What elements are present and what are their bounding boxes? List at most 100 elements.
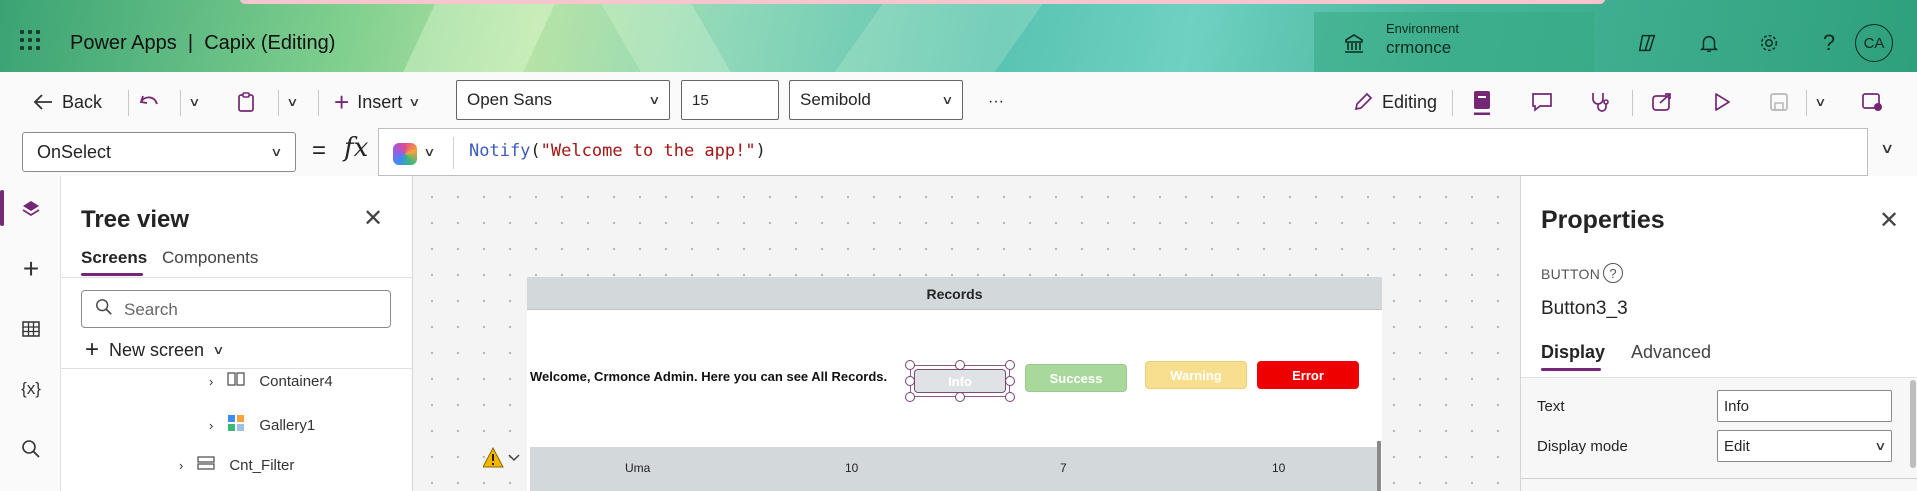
tree-item-cnt-filter[interactable]: › Cnt_Filter — [179, 456, 294, 474]
editing-mode-button[interactable]: Editing — [1352, 88, 1437, 116]
close-icon[interactable]: ✕ — [1879, 206, 1899, 235]
header-decoration — [834, 0, 1046, 72]
app-launcher-icon[interactable] — [20, 30, 40, 50]
share-button[interactable] — [1650, 88, 1674, 116]
publish-button[interactable] — [1860, 88, 1884, 116]
error-button[interactable]: Error — [1257, 361, 1359, 389]
font-family-select[interactable]: Open Sans ∨ — [456, 80, 670, 120]
gallery-row[interactable]: Uma 10 7 10 — [530, 447, 1378, 491]
warning-button[interactable]: Warning — [1145, 361, 1247, 389]
save-dropdown[interactable]: ∨ — [1814, 88, 1826, 116]
welcome-label[interactable]: Welcome, Crmonce Admin. Here you can see… — [530, 369, 887, 384]
environment-label: Environment — [1386, 21, 1459, 36]
copilot-icon[interactable] — [393, 143, 417, 165]
gear-icon[interactable] — [1756, 30, 1782, 56]
resize-handle[interactable] — [905, 392, 915, 402]
formula-bar: OnSelect ∨ = fx ∨ Notify("Welcome to the… — [0, 128, 1917, 176]
search-input[interactable]: Search — [81, 290, 391, 328]
insert-plus-icon[interactable]: + — [18, 253, 44, 284]
paste-dropdown[interactable]: ∨ — [286, 88, 298, 116]
chevron-down-icon[interactable]: ∨ — [423, 145, 435, 159]
divider — [1632, 90, 1633, 116]
tree-item-label: Cnt_Filter — [229, 456, 295, 474]
text-property-input[interactable]: Info — [1717, 390, 1892, 422]
tree-item-gallery1[interactable]: › Gallery1 — [209, 414, 315, 436]
paste-button[interactable] — [236, 88, 256, 116]
expand-formula-bar-icon[interactable]: ∨ — [1880, 140, 1894, 157]
font-weight-select[interactable]: Semibold ∨ — [789, 80, 963, 120]
left-rail: + {x} — [0, 176, 61, 491]
preview-button[interactable] — [1712, 88, 1732, 116]
container-icon — [197, 456, 215, 474]
app-checker-button[interactable] — [1470, 88, 1494, 116]
plus-icon: + — [334, 86, 350, 117]
control-name[interactable]: Button3_3 — [1541, 298, 1628, 320]
help-icon[interactable]: ? — [1603, 263, 1623, 283]
app-screen[interactable]: Records Welcome, Crmonce Admin. Here you… — [527, 277, 1382, 491]
tab-components[interactable]: Components — [162, 248, 258, 268]
resize-handle[interactable] — [1005, 360, 1015, 370]
copilot-header-icon[interactable] — [1634, 30, 1660, 56]
undo-dropdown[interactable]: ∨ — [188, 88, 200, 116]
search-icon[interactable] — [18, 436, 44, 462]
search-icon — [95, 298, 113, 321]
avatar[interactable]: CA — [1855, 24, 1893, 62]
stethoscope-icon — [1588, 90, 1612, 114]
font-weight-value: Semibold — [800, 90, 871, 109]
tree-item-container4[interactable]: › Container4 — [209, 372, 333, 390]
plus-icon: + — [85, 336, 100, 363]
help-icon[interactable]: ? — [1816, 30, 1842, 56]
tab-screens[interactable]: Screens — [81, 248, 147, 268]
command-bar: Back ∨ ∨ + Insert ∨ Open Sans ∨ 15 Semib… — [0, 72, 1917, 128]
resize-handle[interactable] — [955, 392, 965, 402]
text-property-label: Text — [1537, 398, 1565, 415]
properties-pane: Properties ✕ BUTTON ? Button3_3 Display … — [1520, 176, 1917, 491]
notification-strip — [240, 0, 1605, 4]
font-size-input[interactable]: 15 — [681, 80, 779, 120]
layers-icon[interactable] — [18, 196, 44, 222]
editing-label: Editing — [1382, 91, 1438, 112]
resize-handle[interactable] — [1005, 392, 1015, 402]
chevron-right-icon: › — [209, 417, 214, 433]
divider — [180, 90, 181, 116]
tree-view-pane: Tree view ✕ Screens Components Search + … — [61, 176, 413, 491]
resize-handle[interactable] — [905, 360, 915, 370]
formula-text[interactable]: Notify("Welcome to the app!") — [469, 141, 766, 161]
tab-display[interactable]: Display — [1541, 342, 1605, 363]
data-table-icon[interactable] — [18, 316, 44, 342]
insert-button[interactable]: + Insert ∨ — [334, 86, 421, 117]
environment-icon — [1342, 32, 1366, 56]
new-screen-label: New screen — [109, 339, 205, 360]
resize-handle[interactable] — [955, 360, 965, 370]
undo-icon — [138, 92, 160, 112]
fx-icon[interactable]: fx — [344, 133, 368, 163]
formula-input[interactable]: ∨ Notify("Welcome to the app!") — [378, 128, 1868, 176]
chevron-right-icon: › — [209, 373, 214, 389]
tab-underline — [1541, 368, 1601, 371]
stethoscope-button[interactable] — [1588, 88, 1612, 116]
resize-handle[interactable] — [905, 376, 915, 386]
pencil-icon — [1352, 91, 1374, 113]
app-header: Power Apps | Capix (Editing) Environment… — [0, 0, 1917, 72]
divider — [1521, 478, 1917, 479]
notes-icon — [1470, 89, 1494, 115]
undo-button[interactable] — [138, 88, 160, 116]
new-screen-button[interactable]: + New screen ∨ — [85, 336, 225, 364]
resize-handle[interactable] — [1005, 376, 1015, 386]
warning-icon[interactable] — [482, 446, 523, 474]
more-commands-button[interactable]: ··· — [988, 88, 1004, 116]
close-icon[interactable]: ✕ — [363, 204, 383, 233]
back-button[interactable]: Back — [32, 88, 102, 116]
tab-advanced[interactable]: Advanced — [1631, 342, 1711, 363]
save-button[interactable] — [1768, 88, 1790, 116]
divider — [318, 90, 319, 116]
property-select[interactable]: OnSelect ∨ — [22, 132, 296, 172]
display-mode-select[interactable]: Edit ∨ — [1717, 430, 1892, 462]
comments-button[interactable] — [1530, 88, 1554, 116]
success-button[interactable]: Success — [1025, 364, 1127, 392]
gallery-scrollbar[interactable] — [1377, 441, 1381, 491]
variables-icon[interactable]: {x} — [18, 376, 44, 402]
bell-icon[interactable] — [1696, 30, 1722, 56]
properties-scrollbar[interactable] — [1910, 380, 1916, 468]
tree-item-label: Container4 — [259, 372, 333, 390]
